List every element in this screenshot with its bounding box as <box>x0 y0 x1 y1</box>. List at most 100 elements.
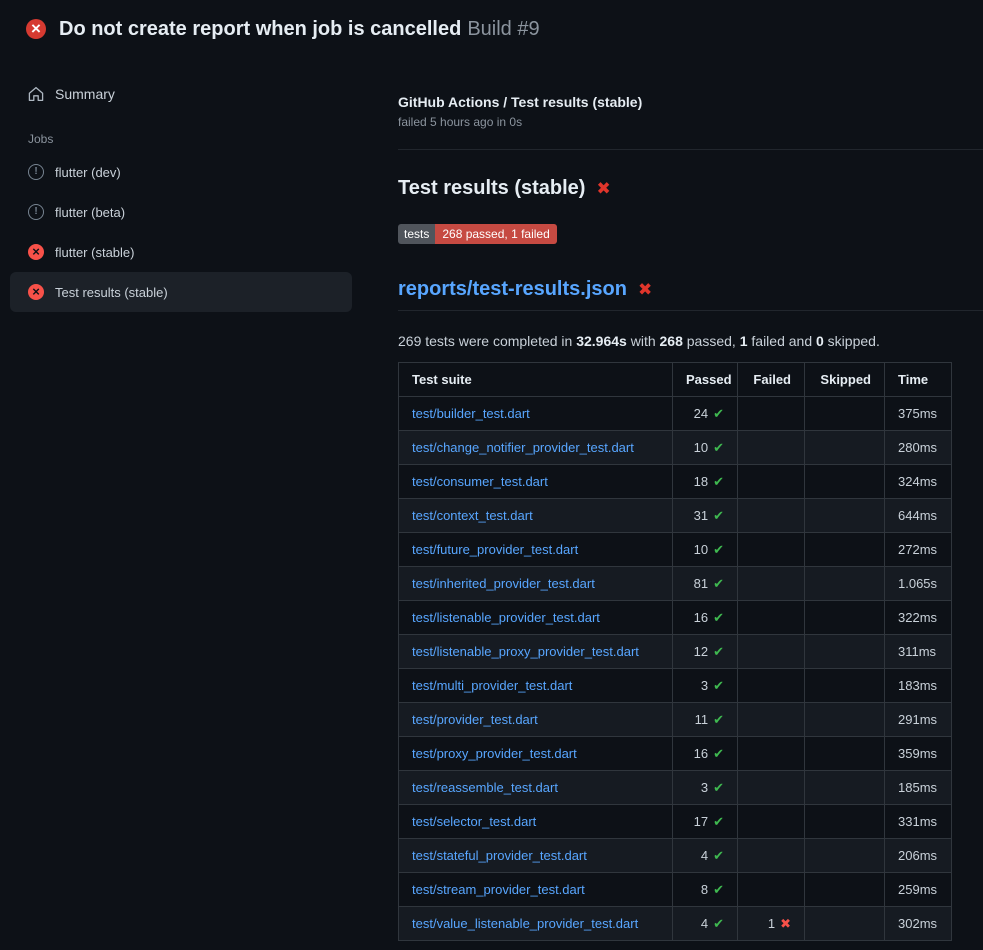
test-suite-link[interactable]: test/provider_test.dart <box>412 712 538 727</box>
test-suite-link[interactable]: test/listenable_provider_test.dart <box>412 610 600 625</box>
test-suite-cell: test/selector_test.dart <box>399 805 673 839</box>
test-suite-cell: test/listenable_provider_test.dart <box>399 601 673 635</box>
check-icon <box>713 406 724 421</box>
count-value: 16 <box>694 746 708 761</box>
test-suite-cell: test/multi_provider_test.dart <box>399 669 673 703</box>
skipped-cell <box>805 737 885 771</box>
test-suite-link[interactable]: test/builder_test.dart <box>412 406 530 421</box>
time-cell: 322ms <box>885 601 952 635</box>
summary-text: failed and <box>748 333 817 349</box>
breadcrumb: GitHub Actions / Test results (stable) <box>398 94 983 110</box>
count-value: 24 <box>694 406 708 421</box>
count-value: 11 <box>695 712 709 727</box>
passed-cell: 16 <box>673 601 738 635</box>
table-row: test/reassemble_test.dart3185ms <box>399 771 952 805</box>
summary-text: 269 tests were completed in <box>398 333 576 349</box>
table-row: test/selector_test.dart17331ms <box>399 805 952 839</box>
test-suite-link[interactable]: test/stateful_provider_test.dart <box>412 848 587 863</box>
test-suite-link[interactable]: test/inherited_provider_test.dart <box>412 576 595 591</box>
x-icon <box>780 916 791 931</box>
count-value: 3 <box>701 678 708 693</box>
failed-cell <box>738 601 805 635</box>
time-cell: 359ms <box>885 737 952 771</box>
passed-cell: 4 <box>673 839 738 873</box>
test-suite-cell: test/listenable_proxy_provider_test.dart <box>399 635 673 669</box>
column-header-time: Time <box>885 363 952 397</box>
test-suite-link[interactable]: test/listenable_proxy_provider_test.dart <box>412 644 639 659</box>
test-suite-cell: test/future_provider_test.dart <box>399 533 673 567</box>
table-row: test/listenable_provider_test.dart 16 322m… <box>399 601 952 635</box>
count-value: 8 <box>701 882 708 897</box>
run-status-line: failed 5 hours ago in 0s <box>398 115 983 129</box>
table-row: test/stream_provider_test.dart8259ms <box>399 873 952 907</box>
count-value: 16 <box>694 610 708 625</box>
results-table-header: Test suite Passed Failed Skipped Time <box>399 363 952 397</box>
time-cell: 280ms <box>885 431 952 465</box>
test-suite-link[interactable]: test/proxy_provider_test.dart <box>412 746 577 761</box>
sidebar: Summary Jobs flutter (dev) flutter (beta… <box>0 58 366 312</box>
failed-cell: 1 <box>738 907 805 941</box>
sidebar-item-flutter-stable[interactable]: flutter (stable) <box>10 232 352 272</box>
test-suite-link[interactable]: test/change_notifier_provider_test.dart <box>412 440 634 455</box>
failed-cell <box>738 703 805 737</box>
jobs-section-label: Jobs <box>10 126 352 152</box>
sidebar-item-test-results-stable[interactable]: Test results (stable) <box>10 272 352 312</box>
summary-failed-count: 1 <box>740 333 748 349</box>
sidebar-item-flutter-dev[interactable]: flutter (dev) <box>10 152 352 192</box>
skipped-cell <box>805 703 885 737</box>
skipped-cell <box>805 431 885 465</box>
skipped-cell <box>805 873 885 907</box>
job-label: flutter (stable) <box>55 245 134 260</box>
time-cell: 324ms <box>885 465 952 499</box>
table-row: test/consumer_test.dart18324ms <box>399 465 952 499</box>
check-icon <box>713 712 724 727</box>
summary-text: passed, <box>683 333 740 349</box>
test-suite-link[interactable]: test/stream_provider_test.dart <box>412 882 585 897</box>
passed-cell: 4 <box>673 907 738 941</box>
test-suite-link[interactable]: test/reassemble_test.dart <box>412 780 558 795</box>
check-icon <box>713 916 724 931</box>
check-icon <box>713 644 724 659</box>
test-suite-link[interactable]: test/future_provider_test.dart <box>412 542 578 557</box>
skipped-cell <box>805 567 885 601</box>
failed-cell <box>738 873 805 907</box>
passed-cell: 31 <box>673 499 738 533</box>
check-run-header: Do not create report when job is cancell… <box>0 0 983 58</box>
count-value: 81 <box>694 576 708 591</box>
check-icon <box>713 610 724 625</box>
test-suite-link[interactable]: test/selector_test.dart <box>412 814 536 829</box>
check-icon <box>713 848 724 863</box>
page-title: Do not create report when job is cancell… <box>59 18 540 41</box>
report-title: reports/test-results.json <box>398 278 983 311</box>
time-cell: 206ms <box>885 839 952 873</box>
time-cell: 331ms <box>885 805 952 839</box>
test-suite-link[interactable]: test/consumer_test.dart <box>412 474 548 489</box>
job-label: flutter (beta) <box>55 205 125 220</box>
sidebar-item-flutter-beta[interactable]: flutter (beta) <box>10 192 352 232</box>
count-value: 10 <box>694 440 708 455</box>
sidebar-item-summary[interactable]: Summary <box>10 78 352 110</box>
divider <box>398 149 983 150</box>
table-row: test/provider_test.dart11291ms <box>399 703 952 737</box>
failed-cell <box>738 805 805 839</box>
test-suite-link[interactable]: test/value_listenable_provider_test.dart <box>412 916 638 931</box>
skipped-cell <box>805 839 885 873</box>
check-icon <box>713 882 724 897</box>
table-row: test/proxy_provider_test.dart 16 359ms <box>399 737 952 771</box>
time-cell: 375ms <box>885 397 952 431</box>
passed-cell: 11 <box>673 703 738 737</box>
neutral-status-icon <box>28 164 44 180</box>
test-suite-link[interactable]: test/multi_provider_test.dart <box>412 678 572 693</box>
failed-cell <box>738 839 805 873</box>
column-header-failed: Failed <box>738 363 805 397</box>
test-suite-cell: test/provider_test.dart <box>399 703 673 737</box>
test-suite-cell: test/value_listenable_provider_test.dart <box>399 907 673 941</box>
failed-cell <box>738 669 805 703</box>
count-value: 1 <box>768 916 775 931</box>
passed-cell: 16 <box>673 737 738 771</box>
test-suite-link[interactable]: test/context_test.dart <box>412 508 533 523</box>
home-icon <box>28 86 44 102</box>
skipped-cell <box>805 533 885 567</box>
report-link[interactable]: reports/test-results.json <box>398 278 627 301</box>
test-suite-cell: test/proxy_provider_test.dart <box>399 737 673 771</box>
